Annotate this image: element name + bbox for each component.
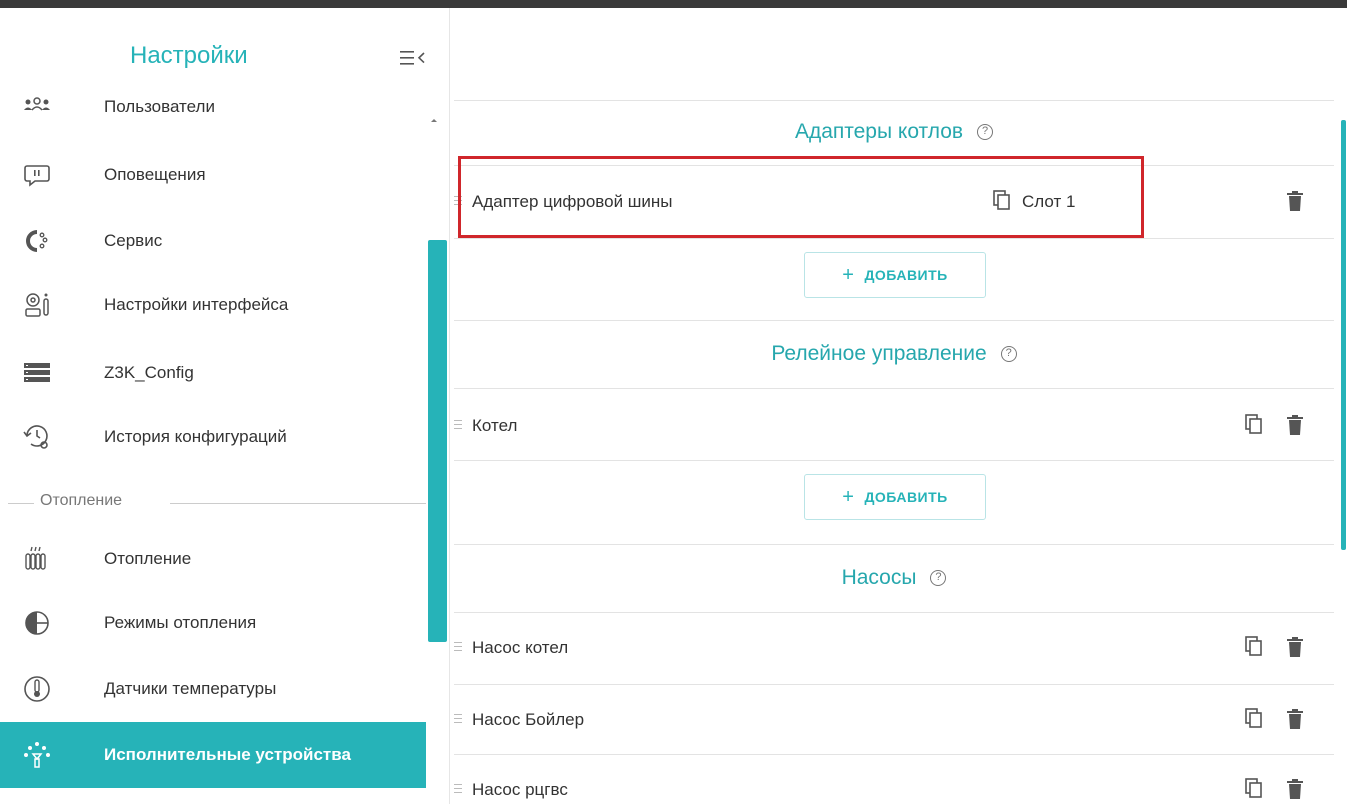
- sidebar-item-service[interactable]: Сервис: [0, 210, 426, 272]
- highlight-annotation-box: [458, 156, 1144, 238]
- row-divider: [454, 612, 1334, 613]
- row-divider: [454, 100, 1334, 101]
- row-divider: [454, 238, 1334, 239]
- sidebar: Настройки Пользователи Оповещения Сервис…: [0, 8, 450, 804]
- sidebar-item-actuators[interactable]: Исполнительные устройства: [0, 722, 426, 788]
- list-item-label: Насос Бойлер: [472, 710, 585, 729]
- add-boiler-adapter-button[interactable]: + ДОБАВИТЬ: [804, 252, 986, 298]
- sidebar-item-label: Исполнительные устройства: [104, 745, 351, 764]
- drag-handle-icon[interactable]: [454, 642, 462, 652]
- sidebar-scroll-up-arrow[interactable]: [428, 112, 440, 122]
- add-button-label: ДОБАВИТЬ: [864, 267, 948, 283]
- main-scrollbar[interactable]: [1341, 120, 1346, 550]
- interface-settings-icon: [22, 290, 52, 320]
- divider-line: [8, 503, 34, 504]
- sidebar-title: Настройки: [130, 42, 248, 69]
- drag-handle-icon[interactable]: [454, 420, 462, 430]
- sidebar-section-heating: Отопление: [0, 488, 426, 518]
- radiator-icon: [22, 544, 52, 574]
- list-item-boiler[interactable]: Котел: [454, 392, 1334, 462]
- drag-handle-icon[interactable]: [454, 714, 462, 724]
- actuators-icon: [22, 740, 52, 770]
- section-title-boiler-adapters: Адаптеры котлов?: [454, 120, 1334, 144]
- sidebar-item-label: Настройки интерфейса: [104, 295, 289, 314]
- help-icon[interactable]: ?: [930, 570, 947, 587]
- menu-collapse-icon: [400, 51, 425, 65]
- section-title-text: Релейное управление: [771, 342, 987, 365]
- sidebar-item-label: Оповещения: [104, 165, 206, 184]
- heating-modes-icon: [22, 608, 52, 638]
- sidebar-item-z3k-config[interactable]: Z3K_Config: [0, 342, 426, 404]
- alert-message-icon: [22, 160, 52, 190]
- trash-icon[interactable]: [1286, 708, 1304, 730]
- sidebar-item-heating-modes[interactable]: Режимы отопления: [0, 592, 426, 654]
- row-divider: [454, 388, 1334, 389]
- thermometer-icon: [22, 674, 52, 704]
- sidebar-item-label: История конфигураций: [104, 427, 287, 446]
- list-item-pump-dhw[interactable]: Насос Бойлер: [454, 686, 1334, 756]
- help-icon[interactable]: ?: [977, 124, 994, 141]
- list-item-label: Котел: [472, 416, 518, 435]
- sidebar-item-label: Сервис: [104, 231, 163, 250]
- copy-icon[interactable]: [1244, 414, 1264, 436]
- users-icon: [22, 92, 52, 122]
- sidebar-item-notifications[interactable]: Оповещения: [0, 144, 426, 206]
- section-title-text: Насосы: [841, 566, 917, 589]
- row-divider: [454, 320, 1334, 321]
- sidebar-item-interface-settings[interactable]: Настройки интерфейса: [0, 274, 426, 336]
- sidebar-item-label: Режимы отопления: [104, 613, 257, 632]
- section-title-relay-control: Релейное управление?: [454, 342, 1334, 366]
- sidebar-item-users[interactable]: Пользователи: [0, 76, 426, 138]
- sidebar-item-label: Пользователи: [104, 97, 215, 116]
- row-divider: [454, 544, 1334, 545]
- sidebar-section-label: Отопление: [40, 492, 123, 509]
- list-item-label: Насос рцгвс: [472, 780, 568, 799]
- copy-icon[interactable]: [1244, 708, 1264, 730]
- sidebar-item-label: Z3K_Config: [104, 363, 194, 382]
- section-title-pumps: Насосы?: [454, 566, 1334, 590]
- server-list-icon: [22, 358, 52, 388]
- list-item-pump-recirculation[interactable]: Насос рцгвс: [454, 756, 1334, 804]
- sidebar-item-label: Датчики температуры: [104, 679, 277, 698]
- add-relay-button[interactable]: + ДОБАВИТЬ: [804, 474, 986, 520]
- section-title-text: Адаптеры котлов: [794, 120, 964, 143]
- trash-icon[interactable]: [1286, 414, 1304, 436]
- sidebar-item-label: Отопление: [104, 549, 192, 568]
- add-button-label: ДОБАВИТЬ: [864, 489, 948, 505]
- plus-icon: +: [842, 485, 855, 508]
- list-item-label: Насос котел: [472, 638, 569, 657]
- help-icon[interactable]: ?: [1000, 346, 1017, 363]
- service-gear-icon: [22, 226, 52, 256]
- copy-icon[interactable]: [1244, 778, 1264, 800]
- sidebar-item-temperature-sensors[interactable]: Датчики температуры: [0, 658, 426, 720]
- collapse-menu-button[interactable]: [398, 46, 428, 70]
- config-history-icon: [22, 422, 52, 452]
- trash-icon[interactable]: [1286, 636, 1304, 658]
- divider-line: [170, 503, 426, 504]
- plus-icon: +: [842, 263, 855, 286]
- sidebar-scrollbar[interactable]: [428, 240, 447, 642]
- drag-handle-icon[interactable]: [454, 784, 462, 794]
- list-item-pump-boiler[interactable]: Насос котел: [454, 614, 1334, 684]
- copy-icon[interactable]: [1244, 636, 1264, 658]
- row-divider: [454, 684, 1334, 685]
- window-top-border: [0, 0, 1347, 8]
- trash-icon[interactable]: [1286, 190, 1304, 212]
- trash-icon[interactable]: [1286, 778, 1304, 800]
- sidebar-item-config-history[interactable]: История конфигураций: [0, 406, 426, 468]
- sidebar-item-heating[interactable]: Отопление: [0, 528, 426, 590]
